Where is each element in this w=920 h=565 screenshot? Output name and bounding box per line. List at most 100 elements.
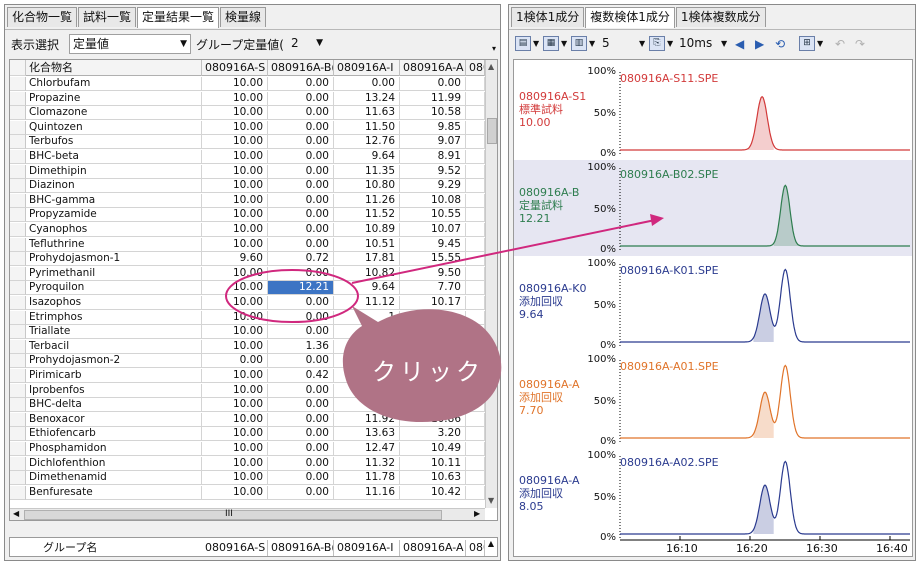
value-cell[interactable]: 11.92 xyxy=(334,412,400,427)
value-cell[interactable]: 10.00 xyxy=(202,369,268,383)
value-cell[interactable] xyxy=(466,150,485,164)
row-header[interactable] xyxy=(10,339,26,354)
chevron-down-icon[interactable]: ▼ xyxy=(533,39,539,48)
value-cell[interactable] xyxy=(466,471,485,486)
table-row[interactable]: Pyroquilon 10.00 12.21 9.64 7.70 xyxy=(10,281,485,296)
column-header[interactable]: 080916A-I xyxy=(334,60,400,76)
chevron-down-icon[interactable]: ▼ xyxy=(817,39,823,48)
value-cell[interactable] xyxy=(466,310,485,325)
value-cell[interactable]: 10.07 xyxy=(400,223,466,237)
table-row[interactable]: Dimethenamid 10.00 0.00 11.78 10.63 xyxy=(10,471,485,486)
value-cell[interactable] xyxy=(466,296,485,310)
value-cell[interactable]: 1.36 xyxy=(268,339,334,354)
value-cell[interactable]: 10.00 xyxy=(202,106,268,121)
value-cell[interactable] xyxy=(466,223,485,237)
table-row[interactable]: Chlorbufam 10.00 0.00 0.00 0.00 xyxy=(10,77,485,91)
table-row[interactable]: Diazinon 10.00 0.00 10.80 9.29 xyxy=(10,179,485,194)
value-cell[interactable]: 10.86 xyxy=(400,412,466,427)
value-cell[interactable]: 11.26 xyxy=(334,193,400,208)
compound-name-cell[interactable]: Terbacil xyxy=(26,339,202,354)
value-cell[interactable]: 10.55 xyxy=(400,208,466,223)
row-header[interactable] xyxy=(10,398,26,413)
row-header[interactable] xyxy=(10,412,26,427)
table-row[interactable]: Prohydojasmon-1 9.60 0.72 17.81 15.55 xyxy=(10,252,485,267)
row-header[interactable] xyxy=(10,120,26,135)
compound-name-cell[interactable]: Terbufos xyxy=(26,135,202,150)
results-tab-2[interactable]: 定量結果一覧 xyxy=(137,7,220,28)
row-header[interactable] xyxy=(10,164,26,179)
value-cell[interactable]: 10.00 xyxy=(202,91,268,106)
compound-name-cell[interactable]: Prohydojasmon-1 xyxy=(26,252,202,267)
row-header[interactable] xyxy=(10,427,26,442)
value-cell[interactable]: 17.81 xyxy=(334,252,400,267)
value-cell[interactable]: 9.45 xyxy=(400,237,466,252)
value-cell[interactable]: 0.00 xyxy=(268,106,334,121)
table-row[interactable]: Isazophos 10.00 0.00 11.12 10.17 xyxy=(10,296,485,310)
scroll-up-icon[interactable]: ▲ xyxy=(488,62,494,71)
value-cell[interactable] xyxy=(466,442,485,456)
table-row[interactable]: BHC-delta 10.00 0.00 13.8 xyxy=(10,398,485,413)
compound-name-cell[interactable]: Chlorbufam xyxy=(26,77,202,91)
value-cell[interactable]: 0.00 xyxy=(268,296,334,310)
value-cell[interactable]: 0.00 xyxy=(334,77,400,91)
row-header[interactable] xyxy=(10,135,26,150)
value-cell[interactable] xyxy=(466,325,485,340)
table-row[interactable]: Triallate 10.00 0.00 1 xyxy=(10,325,485,340)
value-cell[interactable]: 10.08 xyxy=(400,193,466,208)
value-cell[interactable]: 10.89 xyxy=(334,223,400,237)
value-cell[interactable]: 10.63 xyxy=(400,471,466,486)
time-value[interactable]: 10ms xyxy=(679,36,712,50)
chromatogram-tab-2[interactable]: 1検体複数成分 xyxy=(675,7,766,27)
compound-name-cell[interactable]: Prohydojasmon-2 xyxy=(26,354,202,369)
value-cell[interactable]: 10.00 xyxy=(202,412,268,427)
table-row[interactable]: Quintozen 10.00 0.00 11.50 9.85 xyxy=(10,120,485,135)
compound-name-cell[interactable]: Tefluthrine xyxy=(26,237,202,252)
value-cell[interactable] xyxy=(466,412,485,427)
value-cell[interactable]: 0.42 xyxy=(268,369,334,383)
value-cell[interactable]: 10.00 xyxy=(202,77,268,91)
stack-view-icon[interactable]: ▦ xyxy=(543,36,559,51)
value-cell[interactable]: 10.00 xyxy=(202,120,268,135)
value-cell[interactable] xyxy=(466,208,485,223)
compound-name-cell[interactable]: Diazinon xyxy=(26,179,202,194)
value-cell[interactable]: 10.51 xyxy=(334,237,400,252)
compound-name-cell[interactable]: Ethiofencarb xyxy=(26,427,202,442)
table-row[interactable]: Dimethipin 10.00 0.00 11.35 9.52 xyxy=(10,164,485,179)
value-cell[interactable]: 9.64 xyxy=(334,281,400,296)
chevron-down-icon[interactable]: ▼ xyxy=(561,39,567,48)
table-row[interactable]: Pyrimethanil 10.00 0.00 10.82 9.50 xyxy=(10,266,485,281)
value-cell[interactable]: 0.00 xyxy=(268,383,334,398)
value-cell[interactable]: 11.52 xyxy=(334,208,400,223)
value-cell[interactable]: 10.00 xyxy=(202,383,268,398)
value-cell[interactable] xyxy=(466,252,485,267)
chevron-down-icon[interactable]: ▼ xyxy=(721,39,727,48)
chevron-down-icon[interactable]: ▼ xyxy=(639,39,645,48)
compound-name-cell[interactable]: Iprobenfos xyxy=(26,383,202,398)
compound-name-cell[interactable]: Clomazone xyxy=(26,106,202,121)
value-cell[interactable]: 10.00 xyxy=(202,339,268,354)
value-cell[interactable]: 0.00 xyxy=(268,398,334,413)
value-cell[interactable]: 13.8 xyxy=(334,398,400,413)
scroll-left-icon[interactable]: ◀ xyxy=(13,509,19,518)
value-cell[interactable]: 0.00 xyxy=(268,164,334,179)
zoom-icon[interactable]: ⊞ xyxy=(799,36,815,51)
value-cell[interactable]: 9.60 xyxy=(202,252,268,267)
compound-name-cell[interactable]: Triallate xyxy=(26,325,202,340)
row-header[interactable] xyxy=(10,193,26,208)
value-cell[interactable] xyxy=(400,310,466,325)
chromatogram-tab-1[interactable]: 複数検体1成分 xyxy=(585,7,675,28)
group-column-header[interactable]: 080916A-B( xyxy=(268,540,334,556)
row-header[interactable] xyxy=(10,266,26,281)
table-row[interactable]: Etrimphos 10.00 0.00 1 xyxy=(10,310,485,325)
value-cell[interactable]: 10.00 xyxy=(202,193,268,208)
value-cell[interactable] xyxy=(466,179,485,194)
value-cell[interactable]: 11.35 xyxy=(334,164,400,179)
value-cell[interactable]: 0.72 xyxy=(268,252,334,267)
compound-name-cell[interactable]: Quintozen xyxy=(26,120,202,135)
table-row[interactable]: Propazine 10.00 0.00 13.24 11.99 xyxy=(10,91,485,106)
value-cell[interactable]: 10.00 xyxy=(202,310,268,325)
value-cell[interactable] xyxy=(466,456,485,471)
value-cell[interactable] xyxy=(466,120,485,135)
table-row[interactable]: Dichlofenthion 10.00 0.00 11.32 10.11 xyxy=(10,456,485,471)
column-header[interactable]: 0809 xyxy=(466,60,485,76)
